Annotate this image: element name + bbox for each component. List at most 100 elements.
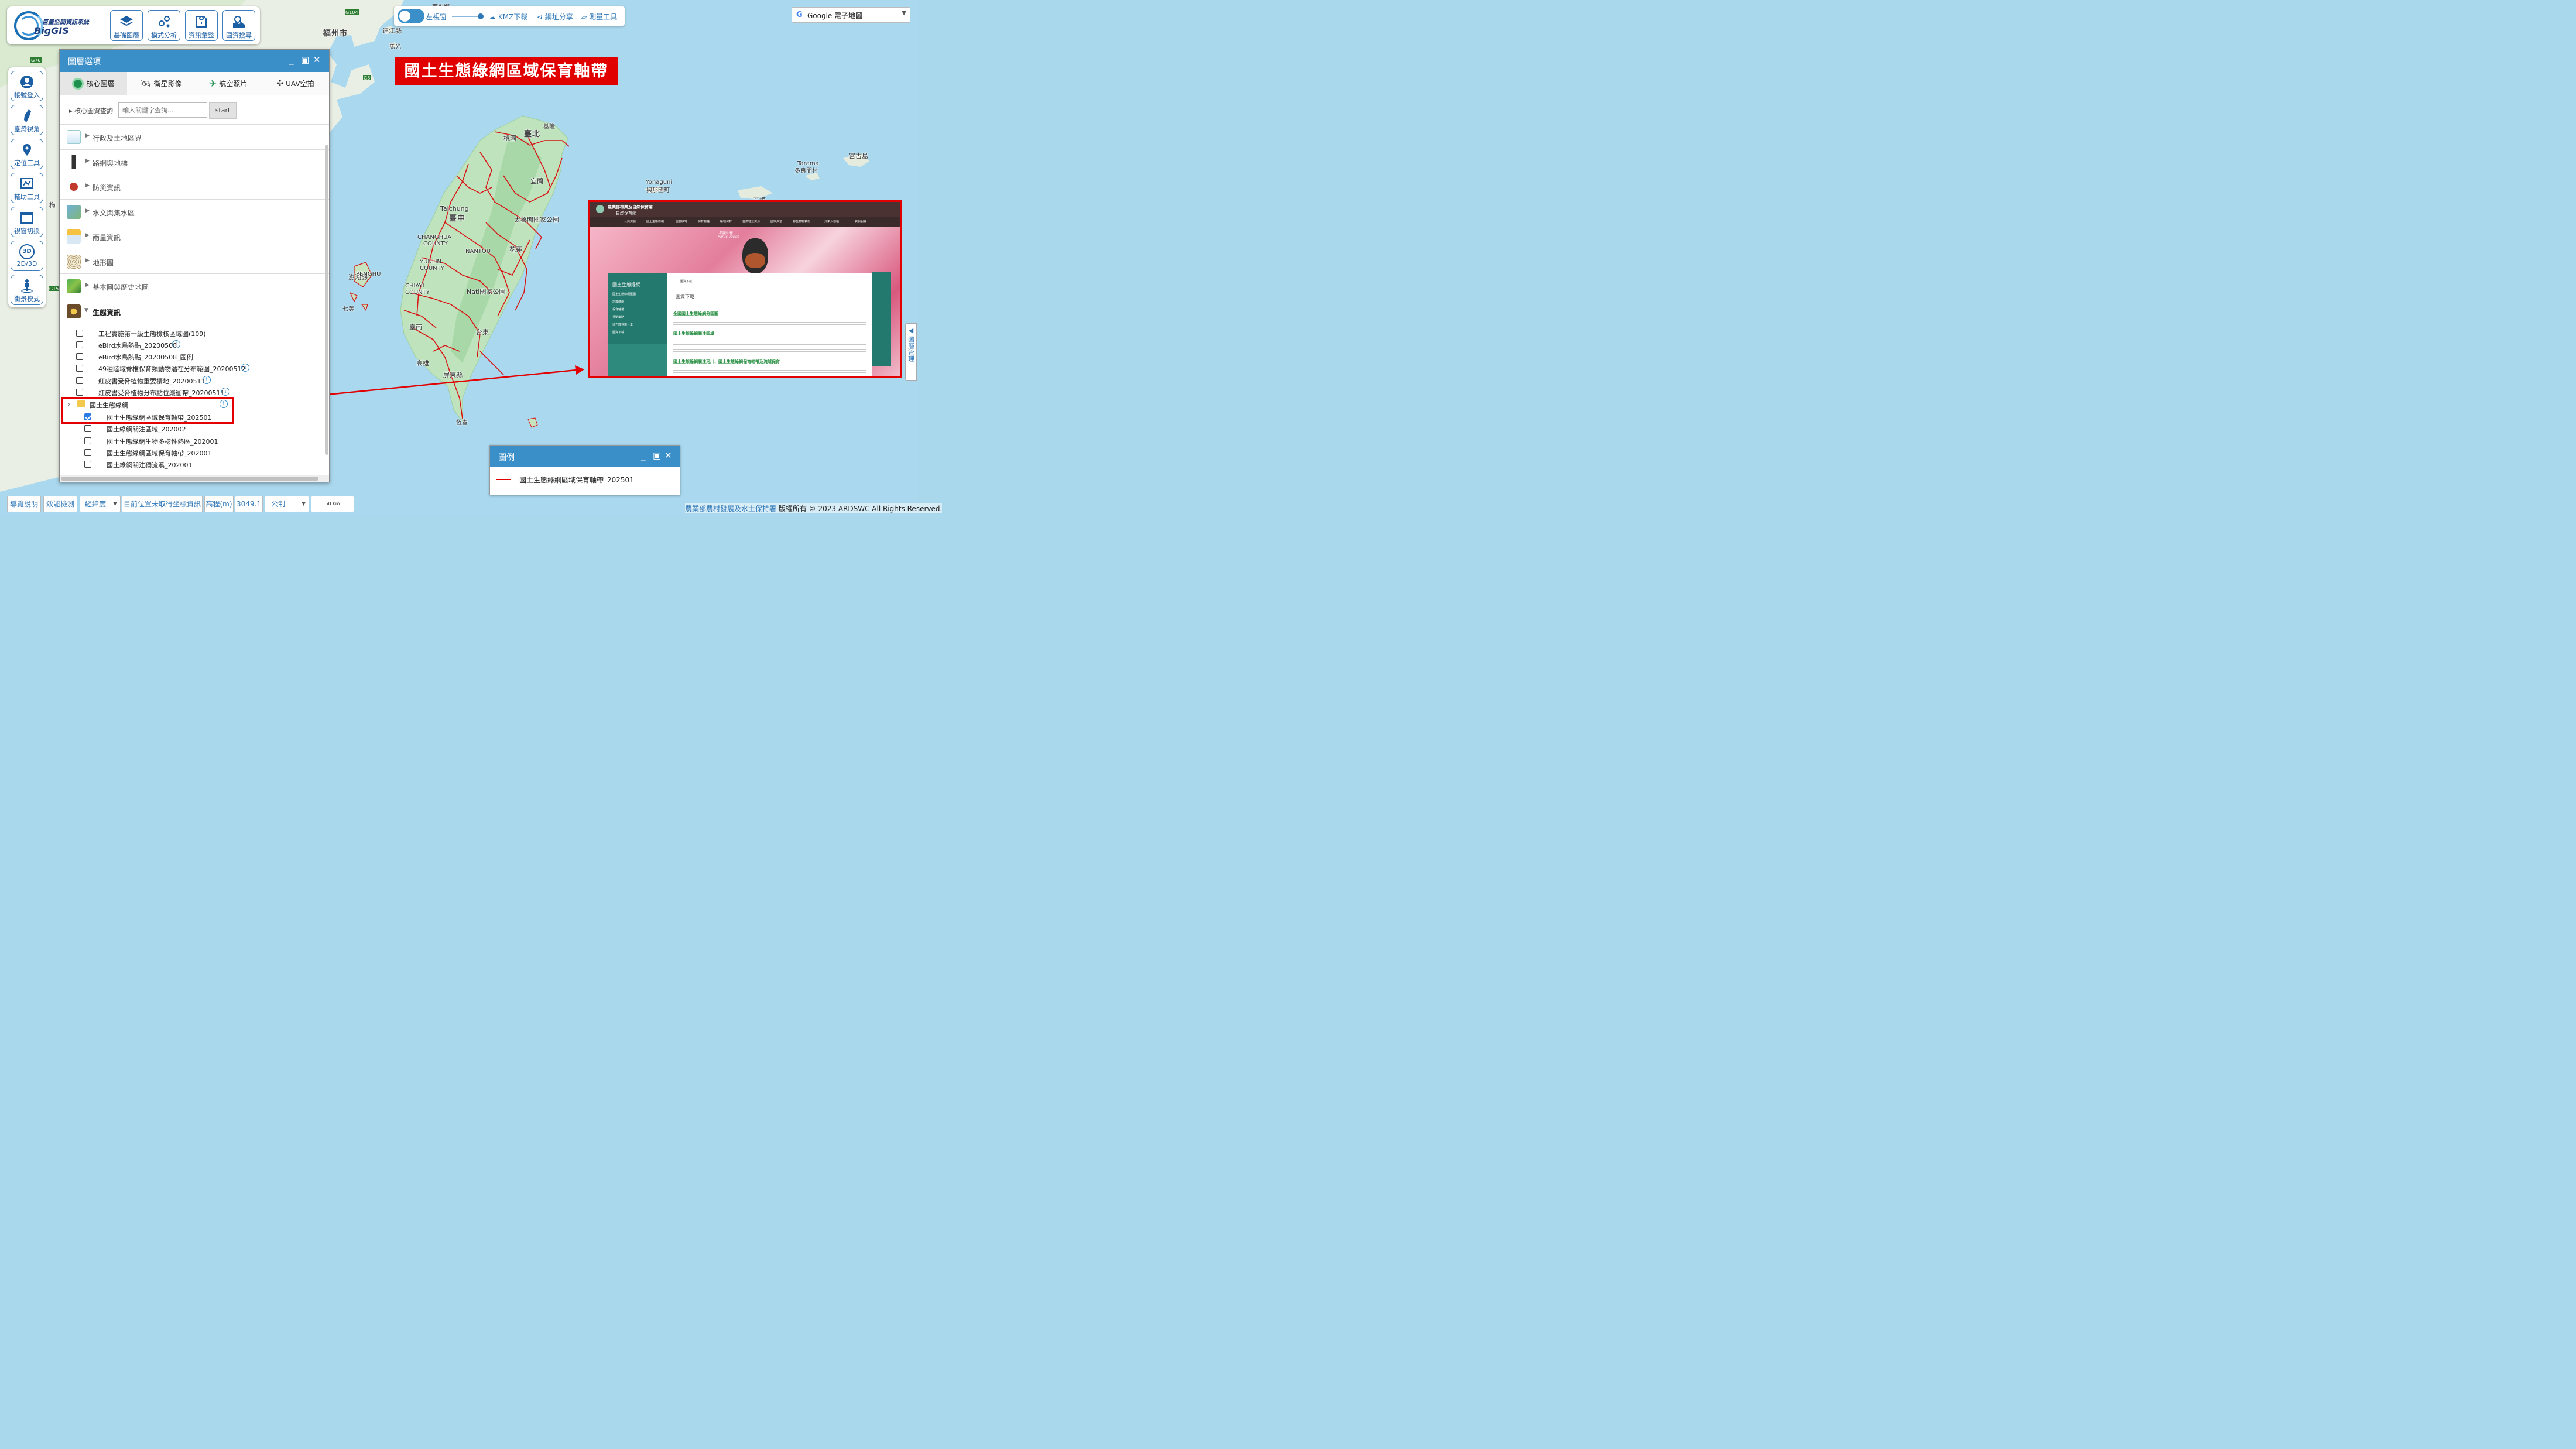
bird-breast bbox=[745, 253, 765, 268]
coordinate-mode-select[interactable]: 經緯度 ▼ bbox=[80, 496, 121, 512]
map-label-taipei: 臺北 bbox=[524, 130, 541, 139]
opacity-slider[interactable] bbox=[452, 13, 484, 19]
category-ecology[interactable]: ▼ 生態資訊 bbox=[60, 299, 329, 324]
layer-checkbox[interactable] bbox=[76, 353, 83, 360]
layer-checkbox[interactable] bbox=[76, 365, 83, 372]
chevron-down-icon: ▼ bbox=[84, 307, 88, 313]
map-label-pingtung: 屏東縣 bbox=[443, 371, 463, 379]
tab-satellite[interactable]: 🛰 衛星影像 bbox=[127, 72, 194, 95]
chevron-down-icon: ▼ bbox=[902, 10, 906, 16]
login-button[interactable]: 帳號登入 bbox=[11, 71, 43, 101]
taiwan-view-button[interactable]: 臺灣視角 bbox=[11, 105, 43, 135]
category-roads[interactable]: ▶ 路網與地標 bbox=[60, 150, 329, 174]
layer-search-row: ▸ 核心圖資查詢 start bbox=[60, 95, 329, 125]
snapshot-text-block bbox=[673, 338, 866, 354]
tab-core-layers[interactable]: 核心圖層 bbox=[60, 72, 127, 95]
map-label-changhua: CHANGHUA bbox=[417, 234, 452, 241]
biggis-logo[interactable]: 巨量空間資訊系統 BigGIS bbox=[12, 10, 105, 42]
snapshot-menu: 公共資訊 國土生態綠網 重要棲地 保育物種 棲地保育 自然地景資源 國家步道 野… bbox=[590, 217, 900, 227]
info-icon[interactable]: i bbox=[221, 388, 229, 396]
core-layer-icon bbox=[72, 77, 84, 90]
location-pin-icon bbox=[23, 144, 31, 156]
layer-checkbox[interactable] bbox=[76, 330, 83, 337]
chevron-right-icon: ▶ bbox=[85, 282, 90, 288]
legend-header[interactable]: 圖例 _ ▣ ✕ bbox=[490, 446, 680, 467]
info-summary-label: 資訊彙整 bbox=[189, 32, 214, 39]
snapshot-menu-item: 國家步道 bbox=[770, 220, 783, 224]
map-label-qimei: 七美 bbox=[342, 306, 354, 313]
locate-button[interactable]: 定位工具 bbox=[11, 139, 43, 169]
close-icon[interactable]: ✕ bbox=[664, 450, 672, 461]
street-view-button[interactable]: 街景模式 bbox=[11, 275, 43, 305]
layer-search-label: ▸ 核心圖資查詢 bbox=[69, 107, 114, 115]
street-view-label: 街景模式 bbox=[14, 295, 40, 303]
tab-aerial[interactable]: ✈ 航空照片 bbox=[194, 72, 262, 95]
start-button[interactable]: start bbox=[209, 102, 237, 119]
scroll-thumb[interactable] bbox=[61, 477, 318, 481]
model-analysis-button[interactable]: 模式分析 bbox=[148, 10, 180, 41]
horizontal-scrollbar[interactable] bbox=[60, 475, 329, 482]
vertical-scrollbar[interactable] bbox=[325, 145, 328, 455]
layer-checkbox[interactable] bbox=[84, 437, 91, 444]
category-basemap-history[interactable]: ▶ 基本圖與歷史地圖 bbox=[60, 274, 329, 299]
info-icon[interactable]: i bbox=[172, 340, 180, 348]
unit-select[interactable]: 公制 ▼ bbox=[265, 496, 309, 512]
maximize-icon[interactable]: ▣ bbox=[653, 450, 661, 461]
layer-checkbox[interactable] bbox=[76, 377, 83, 384]
info-icon[interactable]: i bbox=[203, 376, 211, 384]
layer-panel: 圖層選項 _ ▣ ✕ 核心圖層 🛰 衛星影像 ✈ 航空照片 ✣ UAV空拍 ▸ 核心圖… bbox=[59, 49, 330, 482]
layer-checkbox[interactable] bbox=[84, 449, 91, 456]
snapshot-menu-item: 棲地保育 bbox=[720, 220, 732, 224]
split-view-toggle[interactable] bbox=[398, 9, 424, 23]
minimize-icon[interactable]: _ bbox=[289, 54, 294, 65]
share-url-button[interactable]: ⋖ 網址分享 bbox=[537, 12, 573, 22]
category-hydrology[interactable]: ▶ 水文與集水區 bbox=[60, 200, 329, 224]
window-switch-button[interactable]: 視窗切換 bbox=[11, 207, 43, 237]
category-disaster[interactable]: ▶ 防災資訊 bbox=[60, 174, 329, 200]
minimize-icon[interactable]: _ bbox=[641, 450, 646, 461]
map-label-chiayi-county: COUNTY bbox=[405, 289, 430, 296]
info-icon[interactable]: i bbox=[241, 364, 249, 372]
category-admin[interactable]: ▶ 行政及土地區界 bbox=[60, 125, 329, 150]
close-icon[interactable]: ✕ bbox=[313, 54, 321, 65]
map-label-keelung: 基隆 bbox=[543, 124, 555, 130]
aux-tools-button[interactable]: 輔助工具 bbox=[11, 173, 43, 203]
chevron-right-icon: ▶ bbox=[85, 207, 90, 214]
map-label-lianjiang: 連江縣 bbox=[382, 27, 402, 35]
snapshot-menu-item: 資訊服務 bbox=[855, 220, 867, 224]
layer-checkbox[interactable] bbox=[76, 341, 83, 348]
map-label-hengchun: 恆春 bbox=[456, 420, 468, 426]
base-layers-button[interactable]: 基礎圖層 bbox=[110, 10, 143, 41]
basemap-select[interactable]: G Google 電子地圖 ▼ bbox=[792, 7, 910, 23]
layer-checkbox[interactable] bbox=[84, 461, 91, 468]
category-terrain[interactable]: ▶ 地形圖 bbox=[60, 249, 329, 274]
category-rainfall[interactable]: ▶ 雨量資訊 bbox=[60, 224, 329, 249]
layer-checkbox[interactable] bbox=[84, 425, 91, 432]
snapshot-caption-latin: Parus varius bbox=[718, 235, 739, 239]
layer-item-label: 紅皮書受脅植物重要棲地_20200511 bbox=[98, 378, 205, 385]
legend-panel: 圖例 _ ▣ ✕ 國土生態綠網區域保育軸帶_202501 bbox=[489, 445, 680, 495]
layer-manager-tab[interactable]: ◀ 圖層管理 bbox=[905, 323, 917, 381]
aux-tools-label: 輔助工具 bbox=[14, 193, 40, 201]
info-summary-button[interactable]: 資訊彙整 bbox=[185, 10, 218, 41]
snapshot-site-subtitle: 自然保育網 bbox=[616, 211, 636, 215]
snapshot-menu-item: 保育物種 bbox=[698, 220, 710, 224]
layer-panel-header[interactable]: 圖層選項 _ ▣ ✕ bbox=[60, 50, 329, 72]
pegman-icon bbox=[21, 279, 33, 293]
performance-check-button[interactable]: 效能檢測 bbox=[43, 496, 77, 512]
maximize-icon[interactable]: ▣ bbox=[301, 54, 309, 65]
measure-tool-button[interactable]: ▱ 測量工具 bbox=[581, 12, 617, 22]
guide-button[interactable]: 導覽說明 bbox=[7, 496, 41, 512]
kmz-download-button[interactable]: ☁ KMZ下載 bbox=[489, 12, 527, 22]
tab-uav[interactable]: ✣ UAV空拍 bbox=[262, 72, 329, 95]
layer-search-input[interactable] bbox=[118, 102, 207, 118]
layer-checkbox[interactable] bbox=[76, 389, 83, 396]
taiwan-view-label: 臺灣視角 bbox=[14, 125, 40, 133]
copyright-agency-link[interactable]: 農業部農村發展及水土保持署 bbox=[685, 505, 776, 513]
map-label-nantou: NANTOU bbox=[465, 248, 491, 255]
tab-satellite-label: 衛星影像 bbox=[153, 80, 182, 88]
snapshot-sidebar: 國土生態綠網 國土生態綠網藍圖 認識綠網 保育軸帶 行動策略 協力夥伴與分工 圖… bbox=[608, 273, 667, 344]
map-search-button[interactable]: 圖資搜尋 bbox=[222, 10, 255, 41]
category-label: 雨量資訊 bbox=[93, 234, 121, 242]
dimension-toggle-button[interactable]: 3D 2D/3D bbox=[11, 241, 43, 271]
